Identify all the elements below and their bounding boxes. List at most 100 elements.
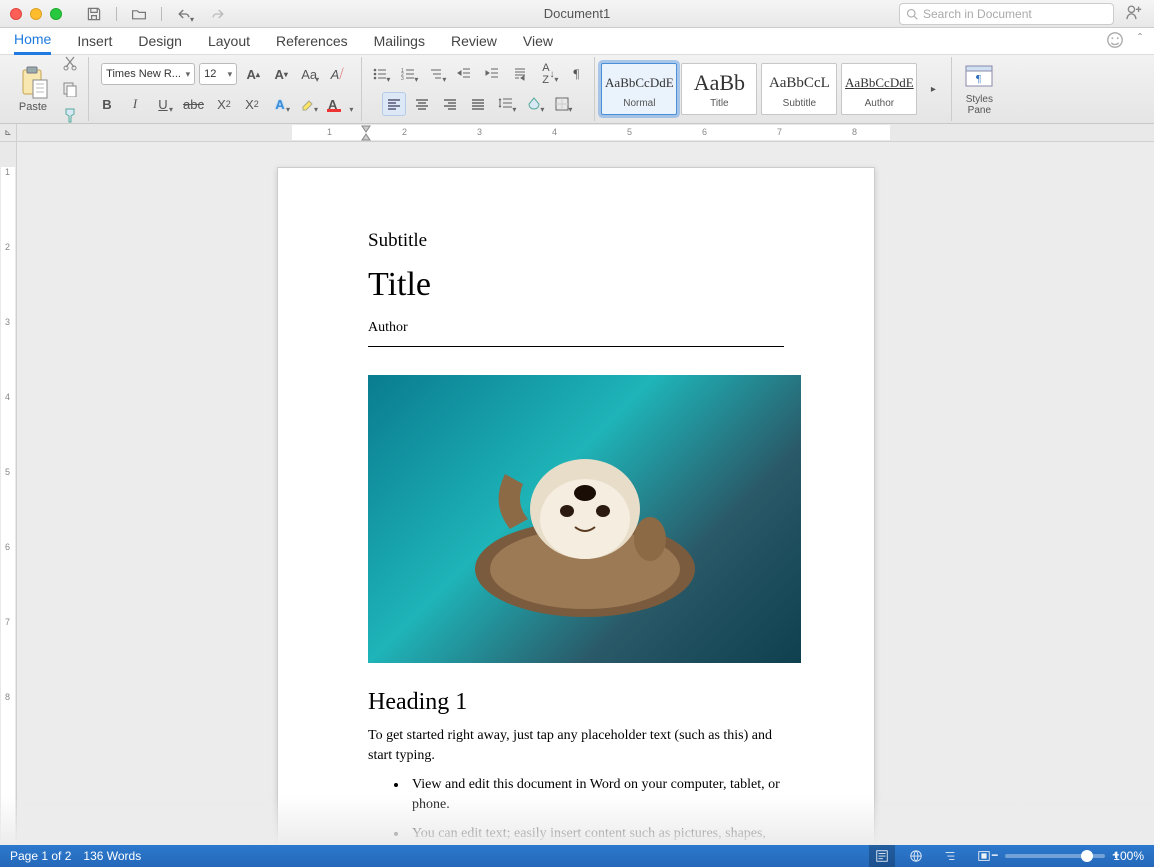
superscript-button[interactable]: X2 [240,92,264,116]
tab-view[interactable]: View [523,29,553,54]
sort-button[interactable]: AZ↓ [536,62,560,86]
italic-button[interactable]: I [123,92,147,116]
tab-home[interactable]: Home [14,27,51,55]
increase-indent-button[interactable] [480,62,504,86]
maximize-window-button[interactable] [50,8,62,20]
style-normal[interactable]: AaBbCcDdE Normal [601,63,677,115]
list-item[interactable]: You can edit text; easily insert content… [408,824,784,845]
feedback-icon[interactable] [1106,31,1124,52]
vertical-ruler[interactable]: 1234 5678 [0,142,17,845]
font-group: Times New R... 12 A▴ A▾ Aa A⧸ B I U abc … [89,57,362,121]
status-words[interactable]: 136 Words [83,849,141,863]
clipboard-group: Paste [6,57,89,121]
search-placeholder: Search in Document [923,7,1032,21]
tab-layout[interactable]: Layout [208,29,250,54]
font-name-dropdown[interactable]: Times New R... [101,63,195,85]
doc-title[interactable]: Title [368,266,784,304]
ribbon-tabs: Home Insert Design Layout References Mai… [0,28,1154,54]
tab-mailings[interactable]: Mailings [374,29,425,54]
ruler-corner[interactable]: ⊾ [0,124,17,141]
align-right-button[interactable] [438,92,462,116]
borders-button[interactable] [550,92,574,116]
text-effects-button[interactable]: A [268,92,292,116]
clear-formatting-button[interactable]: A⧸ [325,62,349,86]
ribbon: Paste Times New R... 12 A▴ A▾ Aa A⧸ B I … [0,54,1154,124]
cut-button[interactable] [58,51,82,75]
doc-separator [368,346,784,347]
status-page[interactable]: Page 1 of 2 [10,849,71,863]
highlight-button[interactable] [296,92,320,116]
multilevel-list-button[interactable] [424,62,448,86]
tab-design[interactable]: Design [138,29,182,54]
style-subtitle[interactable]: AaBbCcL Subtitle [761,63,837,115]
style-title[interactable]: AaBb Title [681,63,757,115]
style-author[interactable]: AaBbCcDdE Author [841,63,917,115]
text-direction-button[interactable] [508,62,532,86]
justify-button[interactable] [466,92,490,116]
page[interactable]: Subtitle Title Author [277,167,875,845]
styles-gallery-more[interactable]: ▸ [921,63,945,115]
ruler-row: ⊾ 1234 5678 [0,124,1154,142]
undo-button[interactable] [172,2,196,26]
document-title: Document1 [544,6,610,21]
bullets-button[interactable] [368,62,392,86]
subscript-button[interactable]: X2 [212,92,236,116]
collapse-ribbon-button[interactable]: ˆ [1138,31,1142,52]
status-bar: Page 1 of 2 136 Words 100% [0,845,1154,867]
doc-bullet-list[interactable]: View and edit this document in Word on y… [368,775,784,845]
minimize-window-button[interactable] [30,8,42,20]
search-input[interactable]: Search in Document [899,3,1114,25]
align-left-button[interactable] [382,92,406,116]
doc-subtitle[interactable]: Subtitle [368,230,784,252]
change-case-button[interactable]: Aa [297,62,321,86]
tab-insert[interactable]: Insert [77,29,112,54]
tab-review[interactable]: Review [451,29,497,54]
font-size-dropdown[interactable]: 12 [199,63,237,85]
tab-references[interactable]: References [276,29,348,54]
bold-button[interactable]: B [95,92,119,116]
paragraph-group: 123 AZ↓ ¶ [362,57,595,121]
redo-button[interactable] [206,2,230,26]
shading-button[interactable] [522,92,546,116]
strikethrough-button[interactable]: abc [179,92,208,116]
svg-text:3: 3 [401,76,404,82]
document-canvas[interactable]: Subtitle Title Author [17,142,1154,845]
shrink-font-button[interactable]: A▾ [269,62,293,86]
styles-pane-group: ¶ Styles Pane [952,57,1006,121]
styles-group: AaBbCcDdE Normal AaBb Title AaBbCcL Subt… [595,57,952,121]
line-spacing-button[interactable] [494,92,518,116]
paste-button[interactable]: Paste [12,66,54,113]
underline-button[interactable]: U [151,92,175,116]
title-bar: Document1 Search in Document [0,0,1154,28]
font-color-button[interactable]: A [324,92,355,116]
zoom-slider[interactable] [1005,854,1105,858]
decrease-indent-button[interactable] [452,62,476,86]
list-item[interactable]: View and edit this document in Word on y… [408,775,784,814]
doc-author[interactable]: Author [368,320,784,336]
grow-font-button[interactable]: A▴ [241,62,265,86]
doc-heading-1[interactable]: Heading 1 [368,689,784,716]
save-button[interactable] [82,2,106,26]
share-button[interactable] [1126,4,1144,23]
styles-gallery: AaBbCcDdE Normal AaBb Title AaBbCcL Subt… [601,63,945,115]
view-web-layout-button[interactable] [903,845,929,867]
view-print-layout-button[interactable] [869,845,895,867]
search-icon [906,8,918,20]
quick-access-toolbar [62,2,230,26]
open-button[interactable] [127,2,151,26]
svg-text:¶: ¶ [976,73,981,85]
indent-markers[interactable] [356,124,376,141]
view-outline-button[interactable] [937,845,963,867]
close-window-button[interactable] [10,8,22,20]
align-center-button[interactable] [410,92,434,116]
show-marks-button[interactable]: ¶ [564,62,588,86]
styles-pane-button[interactable]: ¶ Styles Pane [958,63,1000,116]
otter-icon [465,419,705,619]
horizontal-ruler[interactable]: 1234 5678 [17,124,1154,141]
doc-image[interactable] [368,375,801,663]
numbering-button[interactable]: 123 [396,62,420,86]
doc-paragraph[interactable]: To get started right away, just tap any … [368,726,784,765]
copy-button[interactable] [58,77,82,101]
workspace: 1234 5678 Subtitle Title Author [0,142,1154,845]
separator [116,7,117,21]
